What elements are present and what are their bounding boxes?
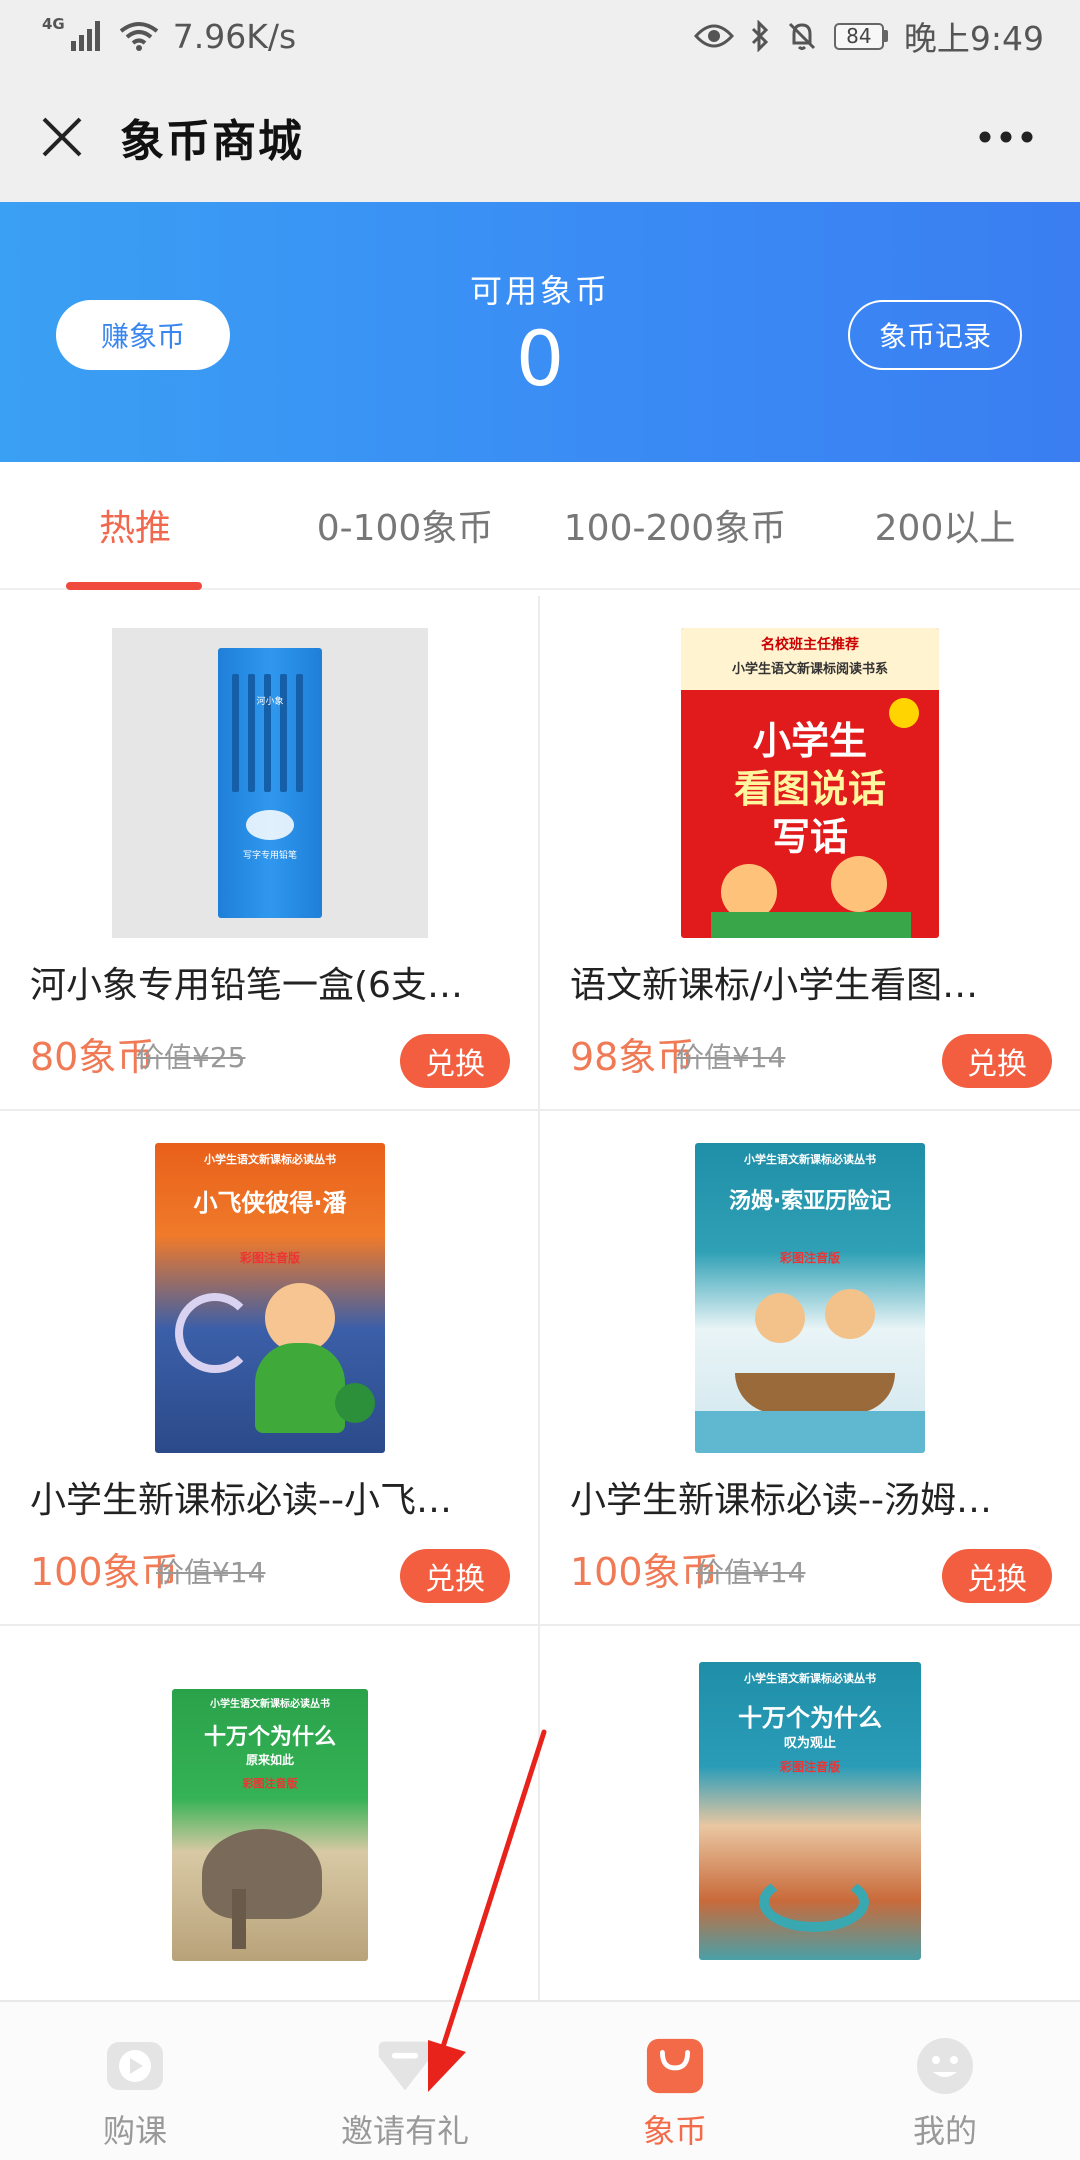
tab-label: 象币: [642, 2112, 707, 2150]
exchange-button[interactable]: 兑换: [400, 1034, 510, 1088]
battery-level: 84: [833, 22, 884, 50]
clock: 晚上9:49: [903, 19, 1044, 58]
product-image: 小学生语文新课标必读丛书 汤姆·索亚历险记 彩图注音版: [652, 1143, 968, 1453]
tab-buy-course[interactable]: 购课: [0, 2002, 270, 2160]
product-name: 小学生新课标必读--小飞…: [30, 1480, 452, 1521]
status-bar: 4G 7.96K/s 84 晚上9:49: [0, 0, 1080, 72]
tab-100-200[interactable]: 100-200象币: [540, 462, 810, 588]
product-image: 小学生语文新课标必读丛书 十万个为什么 原来如此 彩图注音版: [112, 1670, 428, 1980]
more-dots-icon: [979, 131, 1033, 143]
product-original-price: 价值¥14: [696, 1556, 806, 1589]
tab-invite[interactable]: 邀请有礼: [270, 2002, 540, 2160]
mute-bell-icon: [788, 22, 815, 50]
product-name: 小学生新课标必读--汤姆…: [570, 1480, 992, 1521]
product-name: 语文新课标/小学生看图…: [570, 965, 979, 1006]
product-name: 河小象专用铅笔一盒(6支…: [30, 965, 463, 1006]
coin-banner: 赚象币 可用象币 0 象币记录: [0, 202, 1080, 462]
signal-icon: [70, 21, 100, 51]
pencil-box-image: 河小象 写字专用铅笔: [218, 648, 322, 918]
gift-icon: [375, 2036, 435, 2096]
book-cover-canyon: 小学生语文新课标必读丛书 十万个为什么 叹为观止 彩图注音版: [699, 1662, 921, 1960]
active-tab-underline: [66, 582, 202, 590]
product-card[interactable]: 小学生语文新课标必读丛书 小飞侠彼得·潘 彩图注音版 小学生新课标必读--小飞……: [0, 1111, 540, 1626]
tab-label: 购课: [102, 2112, 167, 2150]
book-cover-red: 名校班主任推荐 小学生语文新课标阅读书系 小学生 看图说话 写话: [681, 628, 939, 938]
page-title: 象币商城: [120, 116, 304, 167]
close-button[interactable]: [14, 89, 110, 185]
tab-label: 我的: [912, 2112, 977, 2150]
product-image: 小学生语文新课标必读丛书 小飞侠彼得·潘 彩图注音版: [112, 1143, 428, 1453]
close-icon: [42, 117, 82, 157]
battery-indicator: 84: [833, 22, 888, 50]
tab-label: 200以上: [874, 508, 1016, 549]
product-card[interactable]: 小学生语文新课标必读丛书 汤姆·索亚历险记 彩图注音版 小学生新课标必读--汤姆…: [540, 1111, 1080, 1626]
exchange-button[interactable]: 兑换: [942, 1549, 1052, 1603]
book-cover-orange: 小学生语文新课标必读丛书 小飞侠彼得·潘 彩图注音版: [155, 1143, 385, 1453]
network-speed: 7.96K/s: [172, 16, 297, 56]
wifi-icon: [119, 22, 158, 51]
tab-label: 邀请有礼: [340, 2112, 469, 2150]
product-image: 小学生语文新课标必读丛书 十万个为什么 叹为观止 彩图注音版: [652, 1656, 968, 1966]
app-root: 4G 7.96K/s 84 晚上9:49 象币商城 赚象币 可用象币 0 象币记…: [0, 0, 1080, 2160]
product-card[interactable]: 河小象 写字专用铅笔 河小象专用铅笔一盒(6支… 80象币 价值¥25 兑换: [0, 596, 540, 1111]
product-original-price: 价值¥14: [156, 1556, 266, 1589]
exchange-button[interactable]: 兑换: [942, 1034, 1052, 1088]
more-options-button[interactable]: [958, 89, 1054, 185]
product-image: 河小象 写字专用铅笔: [112, 628, 428, 938]
tab-label: 100-200象币: [563, 508, 787, 549]
tab-label: 0-100象币: [316, 508, 494, 549]
pencil-box-text: 写字专用铅笔: [242, 851, 297, 861]
tab-0-100[interactable]: 0-100象币: [270, 462, 540, 588]
tab-200-plus[interactable]: 200以上: [810, 462, 1080, 588]
exchange-button[interactable]: 兑换: [400, 1549, 510, 1603]
product-card[interactable]: 名校班主任推荐 小学生语文新课标阅读书系 小学生 看图说话 写话 语文新课标/小…: [540, 596, 1080, 1111]
book-cover-green: 小学生语文新课标必读丛书 十万个为什么 原来如此 彩图注音版: [172, 1689, 368, 1961]
play-icon: [105, 2036, 165, 2096]
product-original-price: 价值¥14: [676, 1041, 786, 1074]
bottom-tab-bar: 购课 邀请有礼 象币 我的: [0, 2000, 1080, 2160]
tab-coins[interactable]: 象币: [540, 2002, 810, 2160]
coin-record-button[interactable]: 象币记录: [848, 300, 1022, 370]
tab-label: 热推: [98, 508, 171, 549]
tab-hot[interactable]: 热推: [0, 462, 270, 590]
product-image: 名校班主任推荐 小学生语文新课标阅读书系 小学生 看图说话 写话: [652, 628, 968, 938]
product-grid: 河小象 写字专用铅笔 河小象专用铅笔一盒(6支… 80象币 价值¥25 兑换 名…: [0, 596, 1080, 2141]
bluetooth-icon: [751, 20, 769, 52]
product-original-price: 价值¥25: [136, 1041, 246, 1074]
tab-mine[interactable]: 我的: [810, 2002, 1080, 2160]
nav-bar: 象币商城: [0, 72, 1080, 202]
book-cover-teal: 小学生语文新课标必读丛书 汤姆·索亚历险记 彩图注音版: [695, 1143, 925, 1453]
pencil-brand: 河小象: [256, 697, 284, 707]
shopping-bag-icon: [645, 2036, 705, 2096]
network-type: 4G: [42, 15, 65, 33]
price-filter-tabs: 热推 0-100象币 100-200象币 200以上: [0, 462, 1080, 590]
face-icon: [915, 2036, 975, 2096]
eye-icon: [693, 24, 734, 48]
